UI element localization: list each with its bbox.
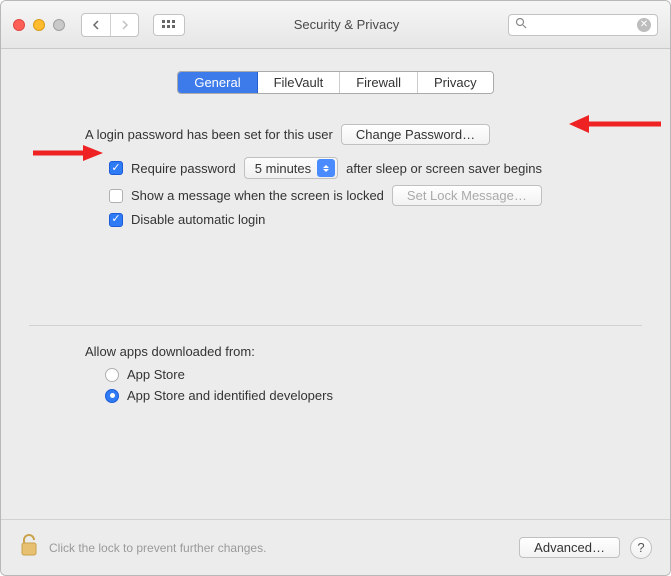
radio-appstore-label: App Store	[127, 367, 185, 382]
require-password-checkbox[interactable]	[109, 161, 123, 175]
radio-identified-developers[interactable]	[105, 389, 119, 403]
minimize-window-button[interactable]	[33, 19, 45, 31]
lock-text: Click the lock to prevent further change…	[49, 541, 266, 555]
radio-row-appstore: App Store	[105, 367, 642, 382]
tab-label: FileVault	[274, 75, 324, 90]
disable-autologin-row: Disable automatic login	[109, 212, 642, 227]
window-controls	[13, 19, 65, 31]
tab-filevault[interactable]: FileVault	[258, 72, 341, 93]
security-privacy-window: Security & Privacy ✕ General FileVault F…	[0, 0, 671, 576]
lock-icon[interactable]	[19, 533, 39, 562]
tab-label: Privacy	[434, 75, 477, 90]
radio-appstore[interactable]	[105, 368, 119, 382]
general-content: A login password has been set for this u…	[1, 94, 670, 241]
set-lock-message-button[interactable]: Set Lock Message…	[392, 185, 542, 206]
change-password-button[interactable]: Change Password…	[341, 124, 490, 145]
window-titlebar: Security & Privacy ✕	[1, 1, 670, 49]
login-password-row: A login password has been set for this u…	[85, 124, 642, 145]
tab-firewall[interactable]: Firewall	[340, 72, 418, 93]
search-icon	[515, 17, 527, 32]
footer: Click the lock to prevent further change…	[1, 519, 670, 575]
window-title: Security & Privacy	[193, 17, 500, 32]
radio-identified-label: App Store and identified developers	[127, 388, 333, 403]
disable-autologin-checkbox[interactable]	[109, 213, 123, 227]
delay-value: 5 minutes	[255, 161, 311, 176]
search-field[interactable]: ✕	[508, 14, 658, 36]
login-password-text: A login password has been set for this u…	[85, 127, 333, 142]
download-heading: Allow apps downloaded from:	[85, 344, 642, 359]
forward-button[interactable]	[110, 14, 138, 36]
download-apps-section: Allow apps downloaded from: App Store Ap…	[1, 285, 670, 519]
radio-row-identified: App Store and identified developers	[105, 388, 642, 403]
zoom-window-button	[53, 19, 65, 31]
tab-general[interactable]: General	[178, 72, 257, 93]
show-message-label: Show a message when the screen is locked	[131, 188, 384, 203]
nav-buttons	[81, 13, 139, 37]
show-message-checkbox[interactable]	[109, 189, 123, 203]
require-password-delay-select[interactable]: 5 minutes	[244, 157, 338, 179]
require-password-post: after sleep or screen saver begins	[346, 161, 542, 176]
show-all-button[interactable]	[153, 14, 185, 36]
tab-label: General	[194, 75, 240, 90]
close-window-button[interactable]	[13, 19, 25, 31]
help-button[interactable]: ?	[630, 537, 652, 559]
show-message-row: Show a message when the screen is locked…	[109, 185, 642, 206]
clear-search-icon[interactable]: ✕	[637, 18, 651, 32]
disable-autologin-label: Disable automatic login	[131, 212, 265, 227]
tab-bar: General FileVault Firewall Privacy	[1, 71, 670, 94]
tab-privacy[interactable]: Privacy	[418, 72, 493, 93]
require-password-pre: Require password	[131, 161, 236, 176]
require-password-row: Require password 5 minutes after sleep o…	[109, 157, 642, 179]
advanced-button[interactable]: Advanced…	[519, 537, 620, 558]
back-button[interactable]	[82, 14, 110, 36]
tab-label: Firewall	[356, 75, 401, 90]
section-divider	[29, 325, 642, 326]
select-stepper-icon	[317, 159, 335, 177]
